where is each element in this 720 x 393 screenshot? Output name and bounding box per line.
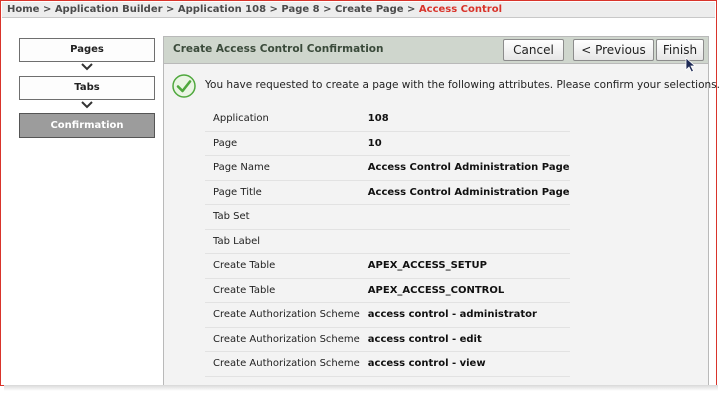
panel-header: Create Access Control Confirmation Cance… bbox=[164, 37, 708, 64]
attribute-label: Tab Label bbox=[205, 229, 360, 254]
attribute-label: Create Table bbox=[205, 253, 360, 279]
attribute-label: Page bbox=[205, 131, 360, 156]
attribute-value: APEX_ACCESS_CONTROL bbox=[359, 278, 570, 303]
table-row: Tab Set bbox=[205, 204, 570, 230]
attribute-value: Access Control Administration Page bbox=[359, 180, 570, 205]
confirmation-panel: Create Access Control Confirmation Cance… bbox=[163, 36, 720, 386]
attribute-value: APEX_ACCESS_SETUP bbox=[359, 253, 570, 279]
breadcrumb-application[interactable]: Application 108 bbox=[178, 4, 266, 15]
attribute-value: access control - edit bbox=[359, 327, 570, 352]
chevron-down-icon bbox=[81, 101, 93, 109]
breadcrumb-separator: > bbox=[42, 4, 52, 15]
table-row: Page Name Access Control Administration … bbox=[205, 155, 570, 181]
attribute-label: Page Title bbox=[205, 180, 360, 205]
attribute-label: Application bbox=[205, 107, 360, 132]
breadcrumb-separator: > bbox=[166, 4, 175, 15]
table-row: Create Authorization Scheme access contr… bbox=[205, 327, 570, 352]
chevron-down-icon bbox=[81, 63, 93, 71]
breadcrumb-create-page[interactable]: Create Page bbox=[335, 4, 404, 15]
check-circle-icon bbox=[172, 74, 196, 98]
attribute-value bbox=[359, 229, 570, 254]
attribute-value: access control - administrator bbox=[359, 302, 570, 328]
table-row: Create Table APEX_ACCESS_SETUP bbox=[205, 253, 570, 279]
attribute-label: Create Authorization Scheme bbox=[205, 351, 360, 377]
table-row: Tab Label bbox=[205, 229, 570, 254]
attribute-label: Create Table bbox=[205, 278, 360, 303]
panel-title: Create Access Control Confirmation bbox=[173, 43, 384, 55]
frame-shadow bbox=[4, 385, 718, 391]
attribute-value: 10 bbox=[359, 131, 570, 156]
attribute-value: access control - view bbox=[359, 351, 570, 377]
window-frame: Home > Application Builder > Application… bbox=[0, 0, 720, 386]
wizard-step-pages[interactable]: Pages bbox=[19, 38, 155, 62]
table-row: Page Title Access Control Administration… bbox=[205, 180, 570, 205]
mouse-cursor-icon bbox=[685, 57, 697, 73]
breadcrumb: Home > Application Builder > Application… bbox=[2, 2, 715, 18]
breadcrumb-separator: > bbox=[407, 4, 416, 15]
cancel-button[interactable]: Cancel bbox=[503, 39, 564, 61]
attribute-value: 108 bbox=[359, 107, 570, 132]
previous-button[interactable]: < Previous bbox=[573, 39, 654, 61]
attribute-value bbox=[359, 204, 570, 230]
attribute-label: Create Authorization Scheme bbox=[205, 327, 360, 352]
table-row: Create Authorization Scheme access contr… bbox=[205, 351, 570, 377]
breadcrumb-current: Access Control bbox=[418, 4, 503, 15]
breadcrumb-separator: > bbox=[269, 4, 278, 15]
wizard-step-tabs[interactable]: Tabs bbox=[19, 76, 155, 100]
confirmation-message: You have requested to create a page with… bbox=[205, 79, 720, 91]
attributes-table: Application 108 Page 10 Page Name Access… bbox=[205, 107, 570, 377]
attribute-label: Page Name bbox=[205, 155, 360, 181]
attribute-label: Create Authorization Scheme bbox=[205, 302, 360, 328]
breadcrumb-application-builder[interactable]: Application Builder bbox=[55, 4, 163, 15]
table-row: Create Authorization Scheme access contr… bbox=[205, 302, 570, 328]
attribute-value: Access Control Administration Page bbox=[359, 155, 570, 181]
breadcrumb-page[interactable]: Page 8 bbox=[281, 4, 319, 15]
wizard-step-confirmation: Confirmation bbox=[19, 113, 155, 138]
breadcrumb-separator: > bbox=[323, 4, 332, 15]
table-row: Application 108 bbox=[205, 107, 570, 132]
breadcrumb-home[interactable]: Home bbox=[7, 4, 39, 15]
table-row: Create Table APEX_ACCESS_CONTROL bbox=[205, 278, 570, 303]
table-row: Page 10 bbox=[205, 131, 570, 156]
attribute-label: Tab Set bbox=[205, 204, 360, 230]
